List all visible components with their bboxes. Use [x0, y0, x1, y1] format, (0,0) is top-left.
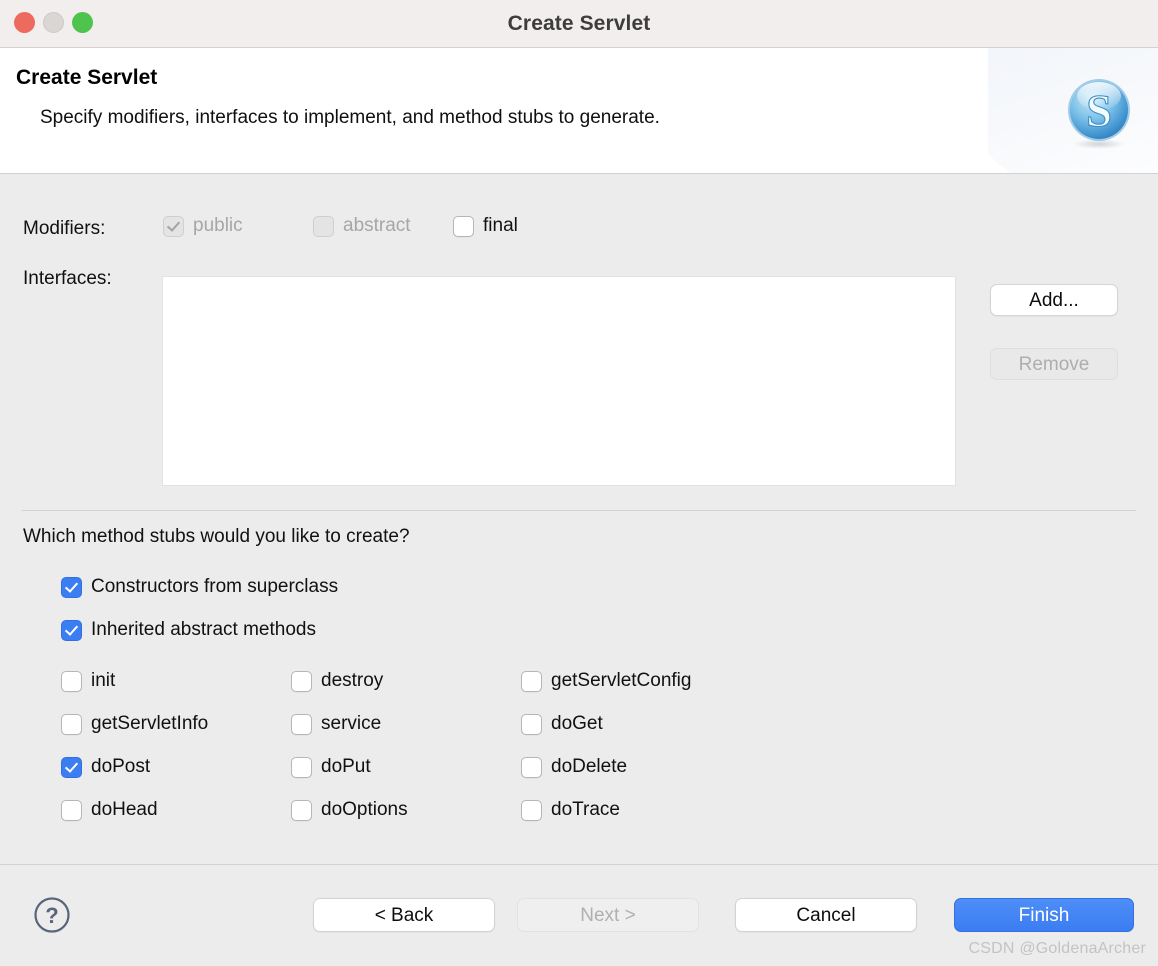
modifiers-label: Modifiers: — [23, 218, 106, 239]
checkbox-abstract — [313, 215, 334, 237]
stub-doput[interactable]: doPut — [291, 756, 521, 778]
stub-dotrace[interactable]: doTrace — [521, 799, 781, 821]
dialog-footer: ? < Back Next > Cancel Finish CSDN @Gold… — [0, 864, 1158, 966]
stub-dopost-label: doPost — [91, 756, 151, 777]
checkbox-dotrace[interactable] — [521, 799, 542, 821]
checkbox-doget[interactable] — [521, 713, 542, 735]
stub-constructors-label: Constructors from superclass — [91, 576, 339, 597]
method-stubs-grid: init destroy getServletConfig getServlet… — [61, 670, 781, 821]
checkbox-final[interactable] — [453, 215, 474, 237]
svg-text:S: S — [1086, 85, 1112, 136]
stub-doget-label: doGet — [551, 713, 603, 734]
modifier-abstract: abstract — [313, 215, 453, 237]
checkbox-destroy[interactable] — [291, 670, 312, 692]
stub-constructors-from-superclass[interactable]: Constructors from superclass — [61, 576, 338, 598]
modifier-public: public — [163, 215, 313, 237]
add-interface-button[interactable]: Add... — [990, 284, 1118, 316]
checkbox-init[interactable] — [61, 670, 82, 692]
checkbox-getservletinfo[interactable] — [61, 713, 82, 735]
servlet-sphere-icon: S — [1068, 79, 1130, 149]
stub-getservletinfo[interactable]: getServletInfo — [61, 713, 291, 735]
stub-service[interactable]: service — [291, 713, 521, 735]
method-stubs-question: Which method stubs would you like to cre… — [23, 526, 410, 547]
checkbox-dopost[interactable] — [61, 756, 82, 778]
checkbox-dohead[interactable] — [61, 799, 82, 821]
dialog-header: Create Servlet Specify modifiers, interf… — [0, 48, 1158, 174]
help-question-mark-icon[interactable]: ? — [33, 896, 71, 934]
modifiers-group: public abstract final — [163, 215, 518, 237]
checkbox-service[interactable] — [291, 713, 312, 735]
create-servlet-dialog: Create Servlet Create Servlet Specify mo… — [0, 0, 1158, 966]
stub-init[interactable]: init — [61, 670, 291, 692]
checkbox-doput[interactable] — [291, 756, 312, 778]
finish-button[interactable]: Finish — [954, 898, 1134, 932]
interfaces-label: Interfaces: — [23, 268, 112, 289]
stub-dodelete[interactable]: doDelete — [521, 756, 781, 778]
modifier-abstract-label: abstract — [343, 215, 411, 236]
stub-doget[interactable]: doGet — [521, 713, 781, 735]
modifier-final[interactable]: final — [453, 215, 518, 237]
page-title: Create Servlet — [16, 66, 158, 89]
stub-init-label: init — [91, 670, 116, 691]
interfaces-list[interactable] — [162, 276, 956, 486]
svg-text:?: ? — [45, 903, 58, 928]
stub-service-label: service — [321, 713, 382, 734]
page-description: Specify modifiers, interfaces to impleme… — [40, 107, 660, 128]
section-separator — [22, 510, 1136, 511]
stub-dohead[interactable]: doHead — [61, 799, 291, 821]
stub-inherited-abstract-methods[interactable]: Inherited abstract methods — [61, 619, 338, 641]
stub-dooptions-label: doOptions — [321, 799, 408, 820]
stub-destroy[interactable]: destroy — [291, 670, 521, 692]
stub-dooptions[interactable]: doOptions — [291, 799, 521, 821]
checkbox-constructors-from-superclass[interactable] — [61, 576, 82, 598]
stub-doput-label: doPut — [321, 756, 371, 777]
stub-dohead-label: doHead — [91, 799, 158, 820]
watermark: CSDN @GoldenaArcher — [968, 940, 1146, 957]
modifier-final-label: final — [483, 215, 518, 236]
stub-dotrace-label: doTrace — [551, 799, 620, 820]
stub-dodelete-label: doDelete — [551, 756, 628, 777]
stub-getservletinfo-label: getServletInfo — [91, 713, 209, 734]
remove-interface-button: Remove — [990, 348, 1118, 380]
checkbox-getservletconfig[interactable] — [521, 670, 542, 692]
modifier-public-label: public — [193, 215, 243, 236]
stub-getservletconfig-label: getServletConfig — [551, 670, 692, 691]
method-stubs-top-options: Constructors from superclass Inherited a… — [61, 576, 338, 641]
next-button: Next > — [517, 898, 699, 932]
checkbox-public — [163, 215, 184, 237]
stub-getservletconfig[interactable]: getServletConfig — [521, 670, 781, 692]
stub-inherited-label: Inherited abstract methods — [91, 619, 316, 640]
cancel-button[interactable]: Cancel — [735, 898, 917, 932]
checkbox-dooptions[interactable] — [291, 799, 312, 821]
back-button[interactable]: < Back — [313, 898, 495, 932]
checkbox-dodelete[interactable] — [521, 756, 542, 778]
title-bar: Create Servlet — [0, 0, 1158, 48]
stub-destroy-label: destroy — [321, 670, 384, 691]
window-title: Create Servlet — [507, 12, 651, 35]
stub-dopost[interactable]: doPost — [61, 756, 291, 778]
dialog-body: Modifiers: public abstract final Interfa… — [0, 174, 1158, 864]
header-artwork: S — [988, 48, 1158, 173]
checkbox-inherited-abstract-methods[interactable] — [61, 619, 82, 641]
